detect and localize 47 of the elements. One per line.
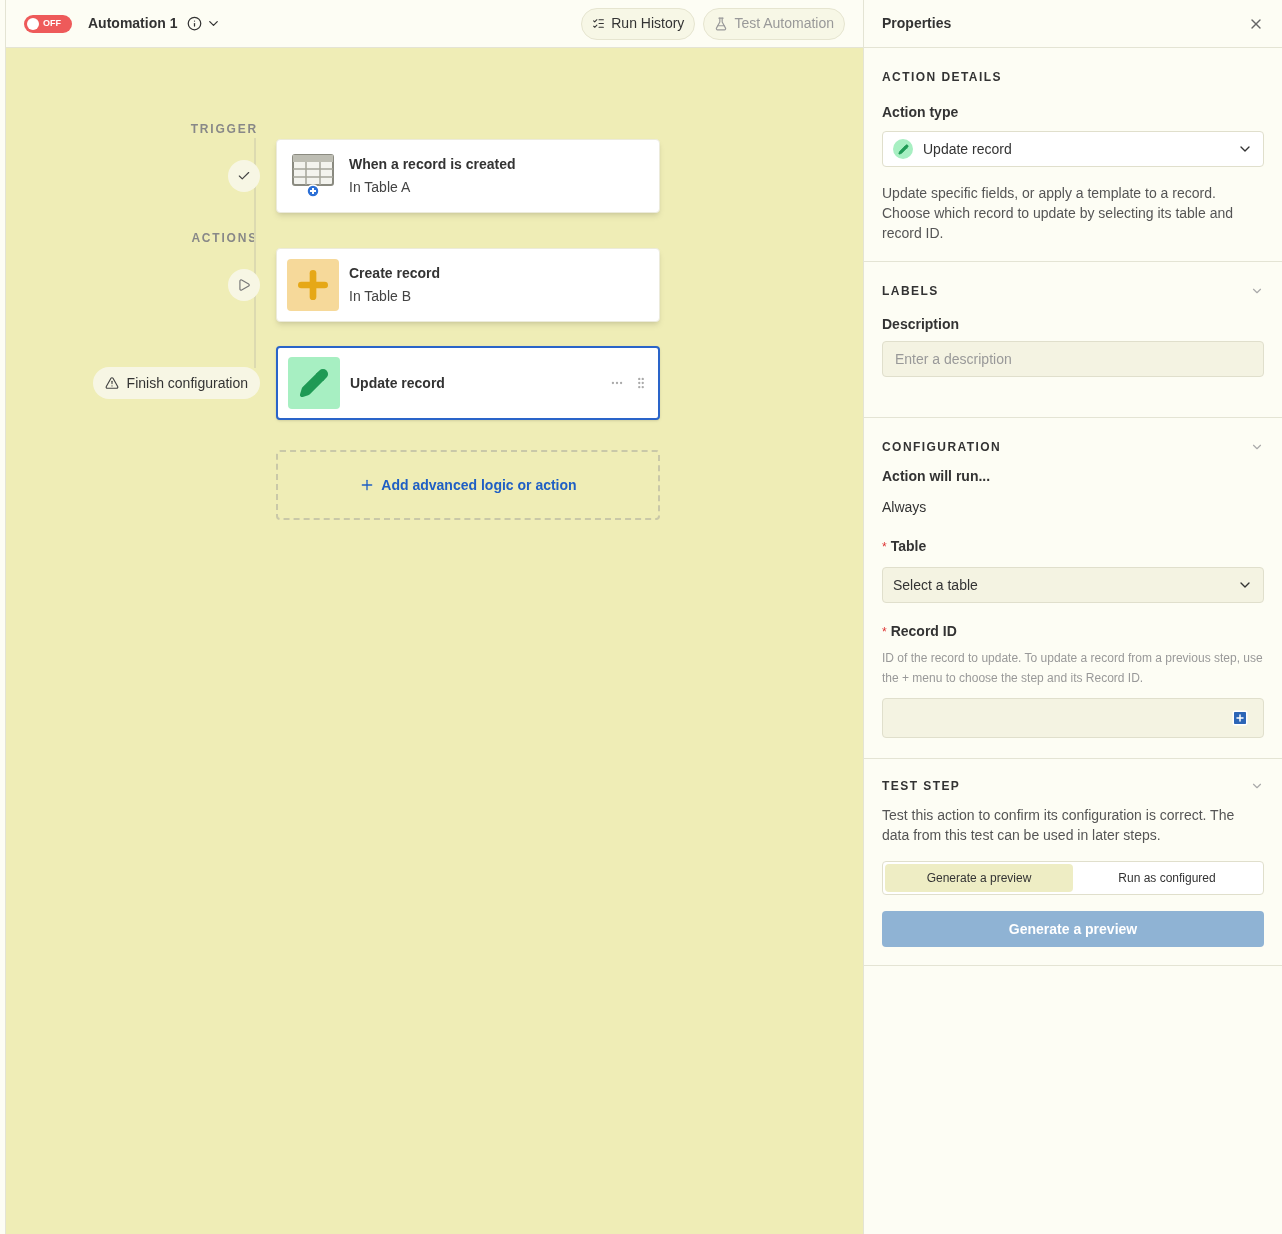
section-heading: ACTION DETAILS <box>882 69 1003 86</box>
step-card[interactable]: Create record In Table B <box>276 248 660 322</box>
step-title: Create record <box>349 264 442 283</box>
field-label: Action will run... <box>882 467 992 486</box>
description-field[interactable]: Enter a description <box>882 341 1264 377</box>
help-text: ID of the record to update. To update a record from a previous step, use the + menu to choose the step and its Record ID. <box>882 650 1264 687</box>
field-label: Description <box>882 315 960 334</box>
add-action-button[interactable]: Add advanced logic or action <box>276 450 660 520</box>
warning-icon <box>104 376 119 390</box>
step-card[interactable]: When a record is created In Table A <box>276 139 660 213</box>
mode-tab[interactable]: Generate a preview <box>885 864 1073 892</box>
section-heading: CONFIGURATION <box>882 439 1002 456</box>
record-id-field[interactable] <box>882 698 1264 738</box>
field-label: Action type <box>882 103 960 122</box>
field-label: Table <box>890 537 927 556</box>
section-heading: TEST STEP <box>882 778 961 795</box>
finish-configuration-button[interactable]: Finish configuration <box>92 367 260 399</box>
action-type-select[interactable]: Update record <box>882 131 1264 167</box>
plus-icon <box>287 259 339 311</box>
pencil-icon <box>893 139 913 159</box>
step-title: Update record <box>350 373 446 393</box>
step-card[interactable]: Update record <box>276 346 660 420</box>
panel-title: Properties <box>882 14 952 33</box>
step-subtitle: In Table B <box>349 287 412 306</box>
automation-title: Automation 1 <box>88 14 178 33</box>
flask-icon <box>714 16 729 31</box>
step-subtitle: In Table A <box>349 178 412 197</box>
mode-tab[interactable]: Run as configured <box>1073 864 1261 892</box>
run-condition: Always <box>882 498 928 517</box>
pencil-icon <box>288 357 340 409</box>
section-heading: TRIGGER <box>190 121 258 138</box>
check-icon <box>228 160 260 192</box>
section-heading: LABELS <box>882 283 939 300</box>
description-text: Update specific fields, or apply a template to a record. Choose which record to update by selecting its table and record ID. <box>882 184 1234 243</box>
required-mark-icon: * <box>882 537 887 556</box>
info-icon[interactable] <box>187 16 203 31</box>
table-select[interactable]: Select a table <box>882 567 1264 603</box>
toolbar-button[interactable]: Run History <box>581 7 696 40</box>
plus-icon[interactable] <box>1231 709 1249 727</box>
play-icon <box>228 269 260 301</box>
description-text: Test this action to confirm its configuration is correct. The data from this test can be used in later steps. <box>882 806 1236 845</box>
list-icon <box>592 17 606 30</box>
step-title: When a record is created <box>349 155 517 174</box>
field-label: Record ID <box>890 622 957 641</box>
table-icon <box>292 154 334 198</box>
section-heading: ACTIONS <box>191 230 258 247</box>
required-mark-icon: * <box>882 622 887 641</box>
